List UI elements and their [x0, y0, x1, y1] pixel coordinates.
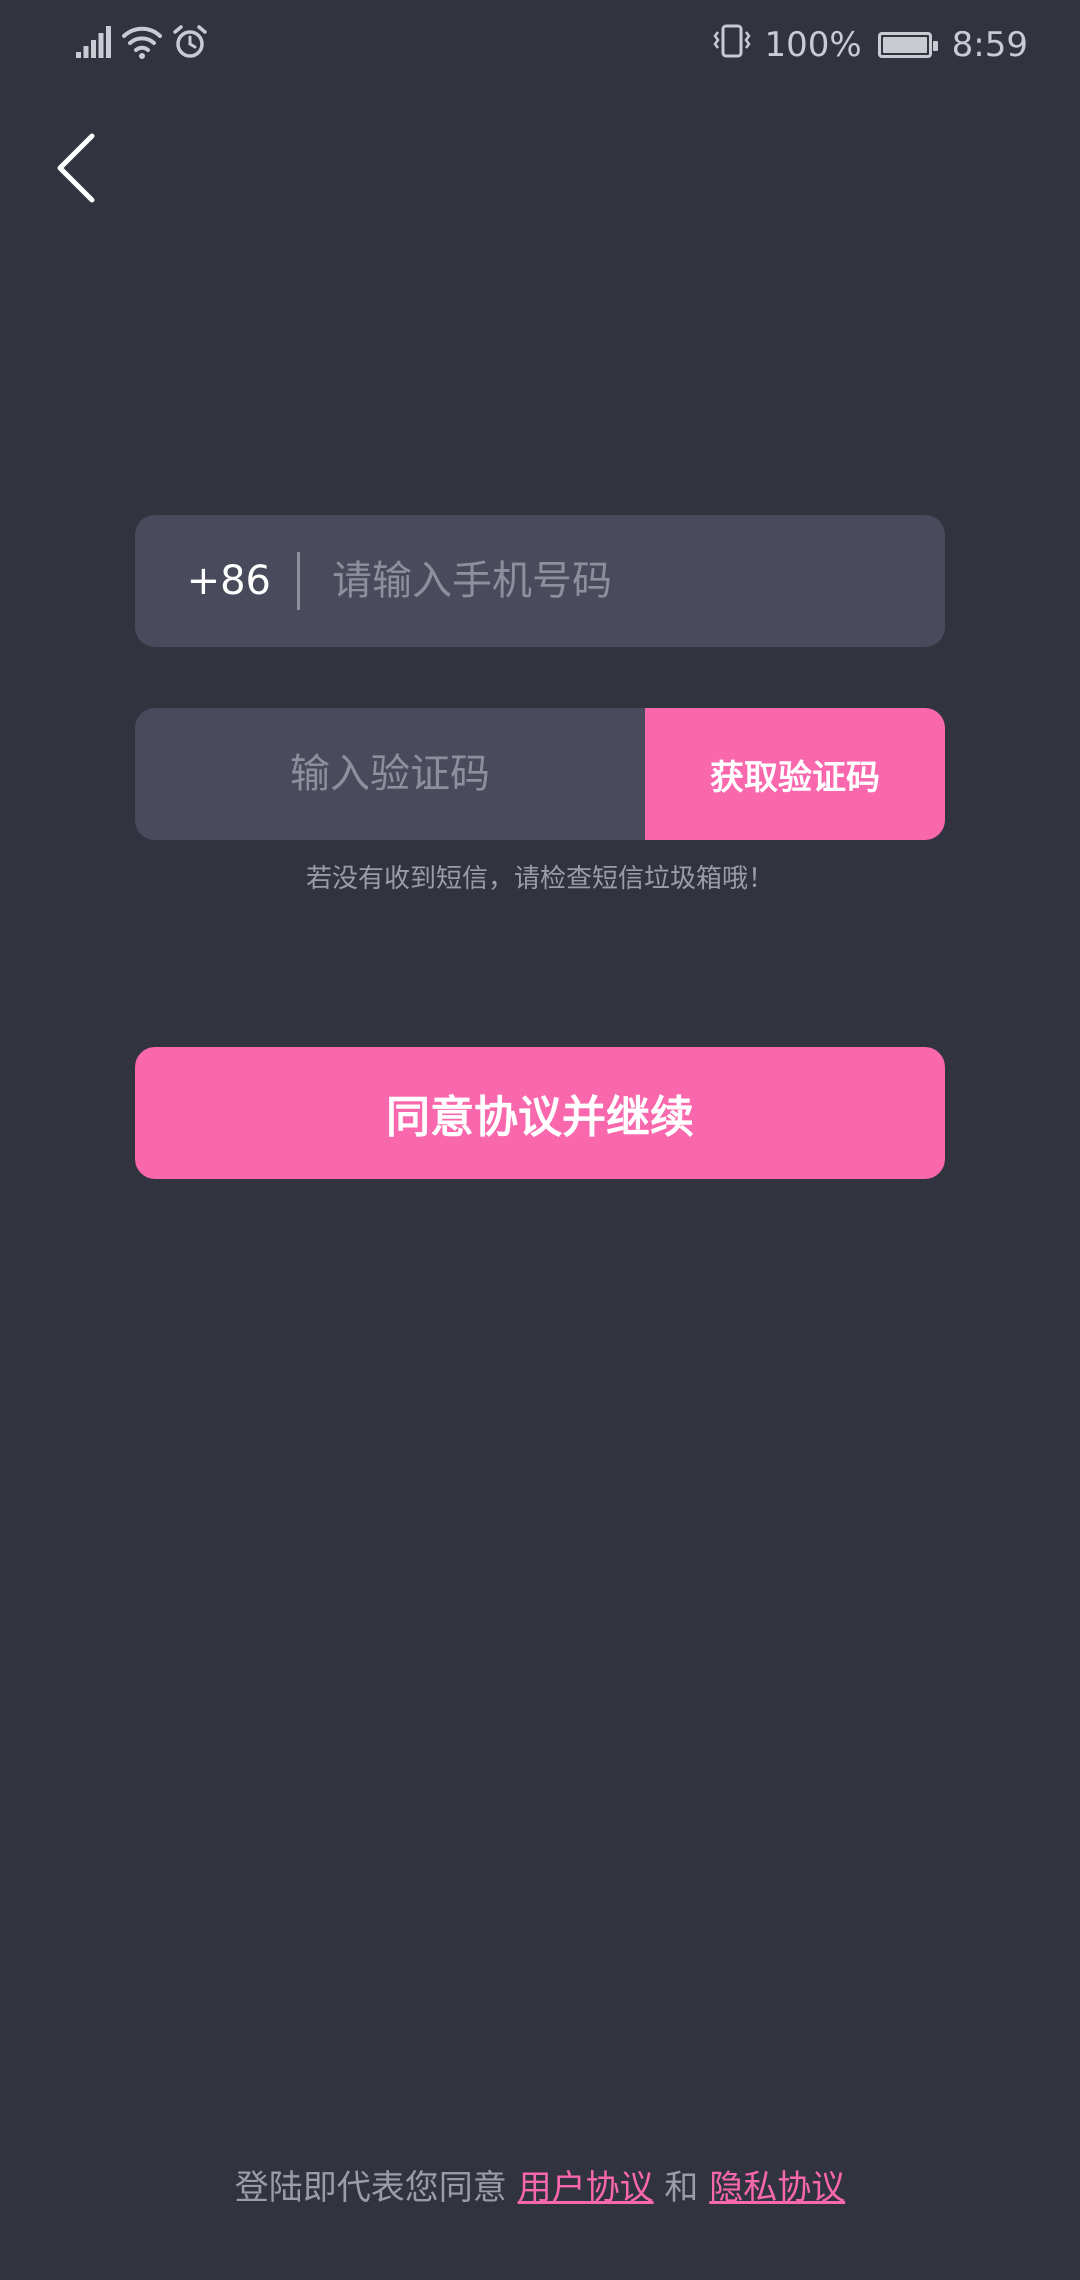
get-code-button[interactable]: 获取验证码	[645, 708, 945, 840]
privacy-agreement-link[interactable]: 隐私协议	[709, 2168, 845, 2208]
battery-icon	[877, 32, 938, 58]
status-left-group	[76, 24, 208, 64]
phone-input[interactable]	[300, 514, 945, 648]
battery-percent: 100%	[764, 25, 862, 65]
back-button[interactable]	[52, 128, 112, 208]
user-agreement-link[interactable]: 用户协议	[518, 2168, 654, 2208]
alarm-icon	[172, 24, 208, 64]
login-screen: 100% 8:59 +86 获取验证码 若没有收到短信，请检查短信垃圾箱哦！ 同…	[0, 0, 1080, 2280]
country-code-selector[interactable]: +86	[135, 558, 297, 604]
agreement-footer: 登陆即代表您同意 用户协议 和 隐私协议	[0, 2160, 1080, 2209]
clock: 8:59	[951, 25, 1028, 65]
footer-conjunction: 和	[653, 2168, 710, 2208]
agree-continue-button[interactable]: 同意协议并继续	[135, 1047, 945, 1179]
phone-field[interactable]: +86	[135, 514, 945, 648]
sms-hint-text: 若没有收到短信，请检查短信垃圾箱哦！	[305, 864, 774, 894]
verification-row: 获取验证码	[135, 708, 945, 840]
chevron-left-icon	[52, 133, 112, 212]
verification-code-input[interactable]	[135, 708, 645, 840]
signal-icon	[76, 26, 112, 62]
wifi-icon	[122, 25, 162, 63]
battery-level-fill	[882, 37, 927, 53]
vibrate-icon	[710, 23, 754, 68]
footer-prefix: 登陆即代表您同意	[234, 2168, 518, 2208]
status-right-group: 100% 8:59	[710, 20, 1028, 70]
status-bar: 100% 8:59	[0, 0, 1080, 90]
